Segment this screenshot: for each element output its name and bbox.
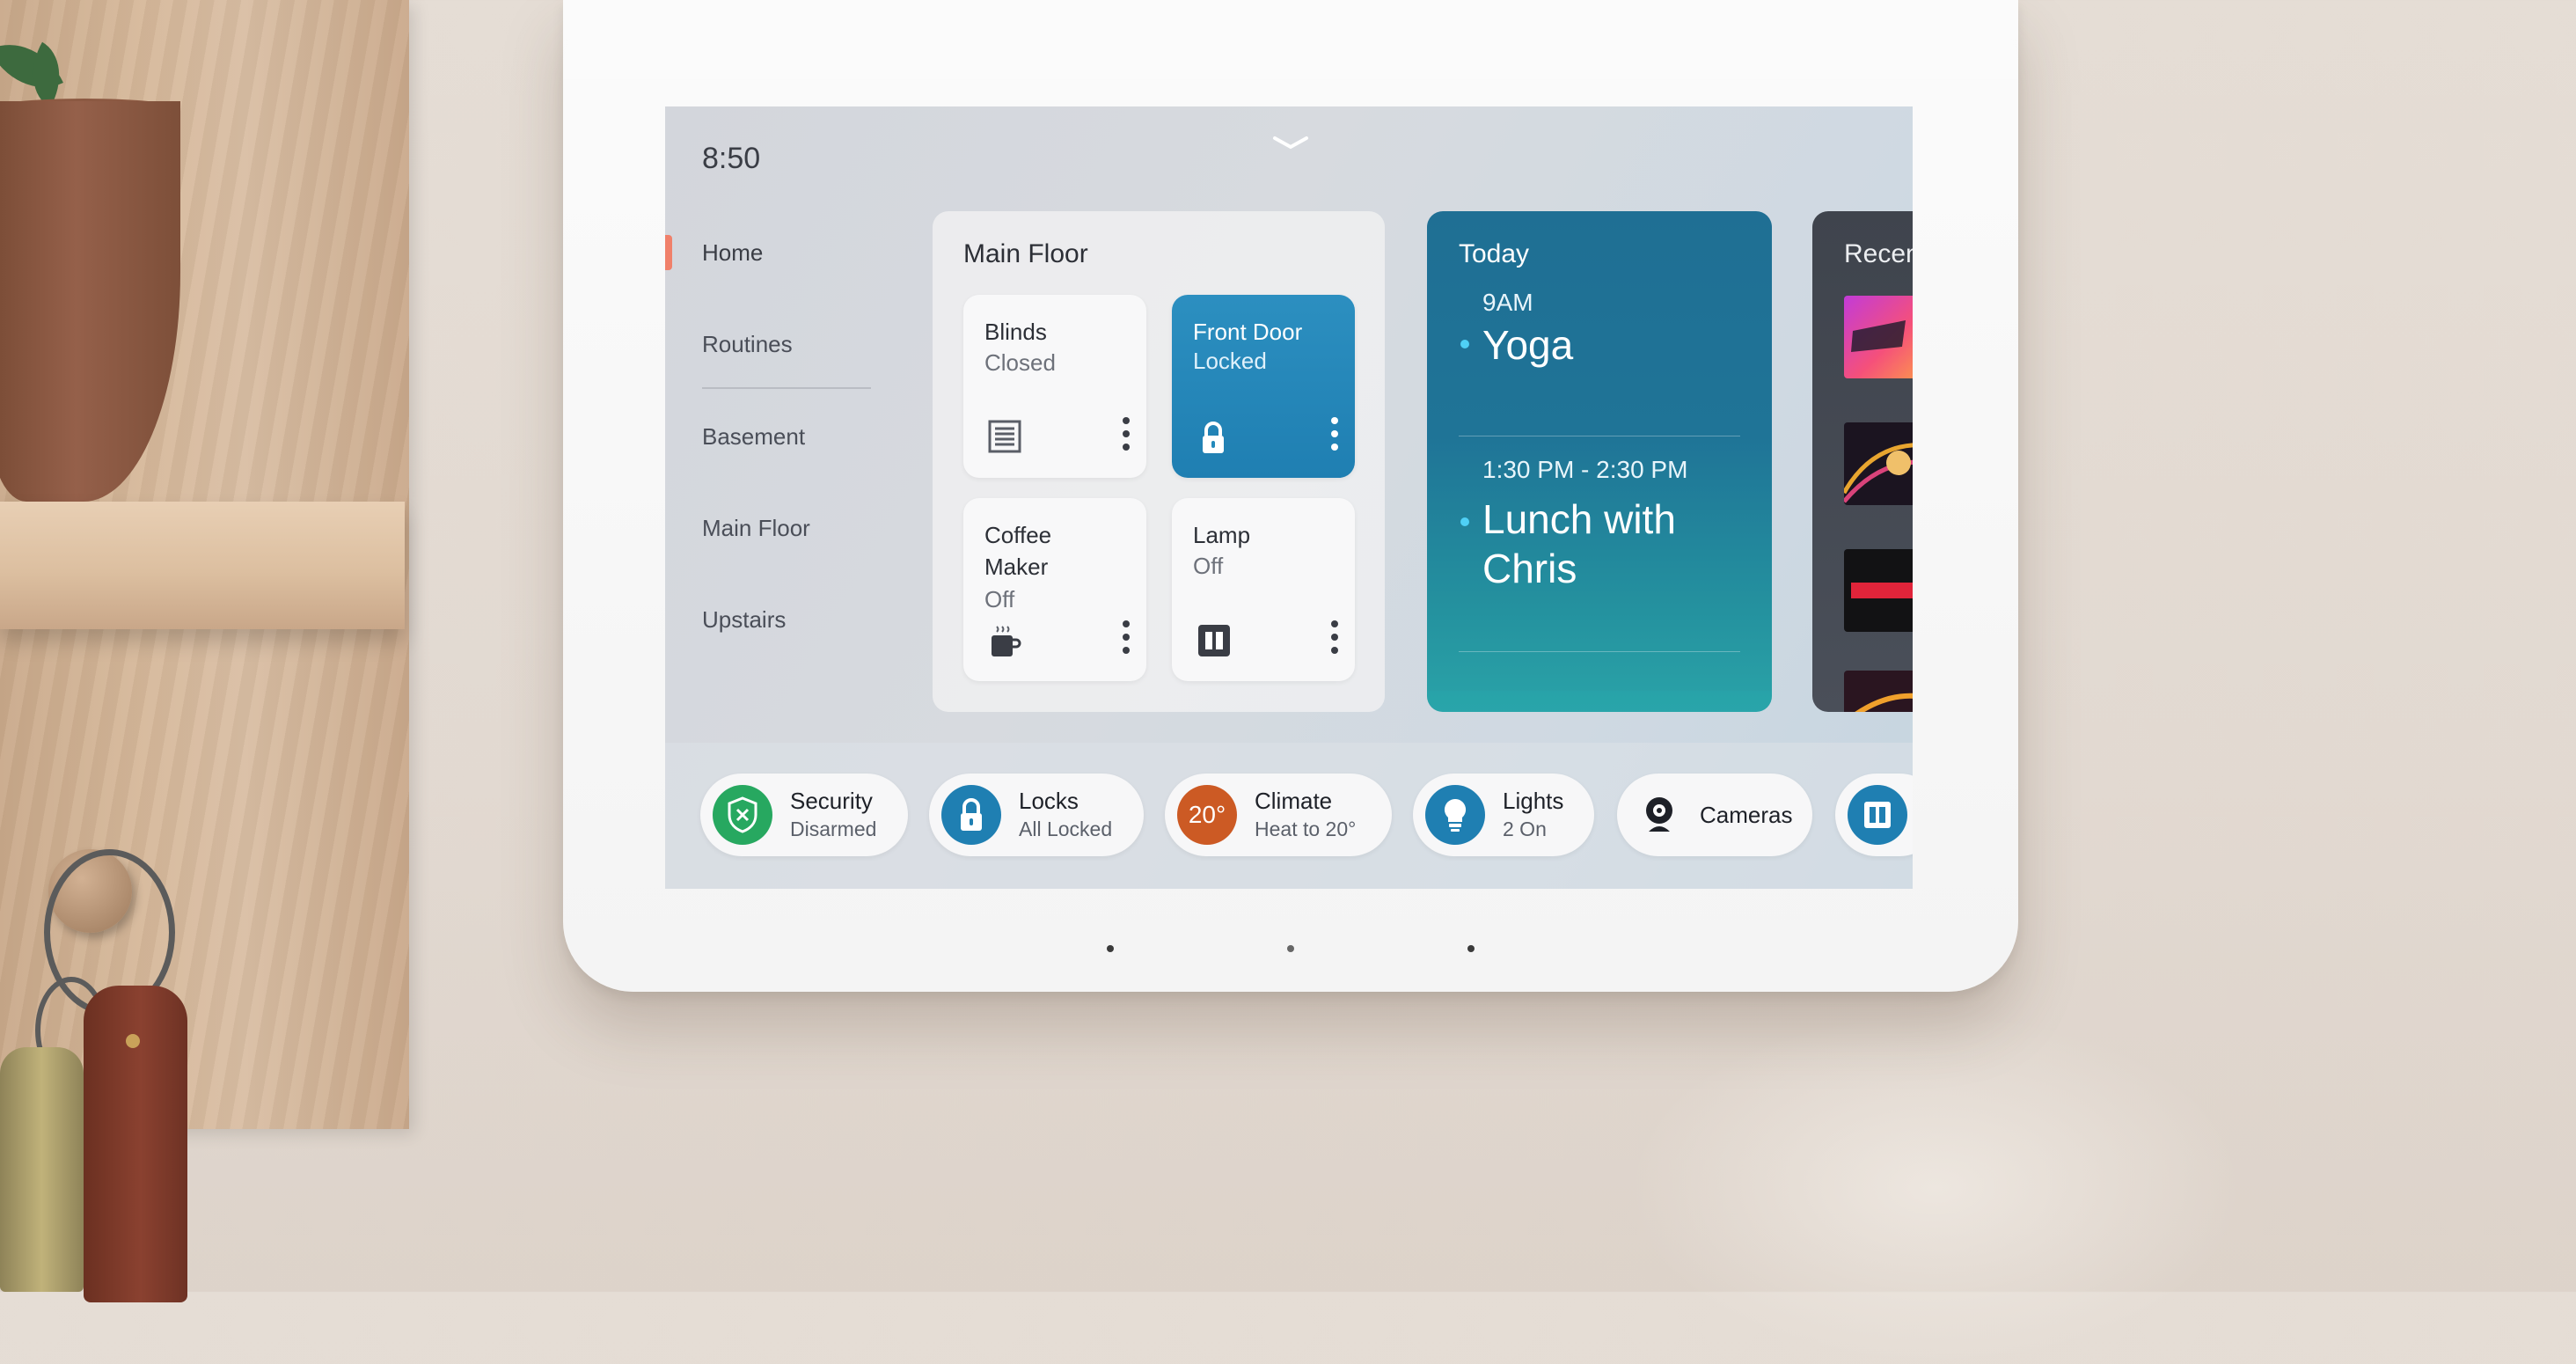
nav-active-indicator bbox=[665, 235, 672, 270]
more-options-icon[interactable] bbox=[1330, 416, 1339, 451]
album-art-graphic bbox=[1844, 443, 1913, 503]
more-options-icon[interactable] bbox=[1330, 620, 1339, 655]
calendar-today-card[interactable]: Today 9AM Yoga 1:30 PM - 2:30 PM Lunch w… bbox=[1427, 211, 1772, 712]
nav-divider bbox=[702, 387, 871, 389]
mic-dot bbox=[1287, 945, 1294, 952]
climate-temperature: 20° bbox=[1188, 801, 1226, 828]
tile-status: Locked bbox=[1193, 348, 1267, 374]
album-art-thumbnail[interactable] bbox=[1844, 422, 1913, 505]
album-art-thumbnail[interactable] bbox=[1844, 549, 1913, 632]
chip-subtitle: All Locked bbox=[1019, 818, 1113, 840]
bulb-icon bbox=[1425, 785, 1485, 845]
grid-icon bbox=[1848, 785, 1907, 845]
calendar-footer-band bbox=[1427, 691, 1772, 712]
locks-chip[interactable]: Locks All Locked bbox=[929, 774, 1144, 856]
album-art-graphic bbox=[1851, 320, 1906, 352]
calendar-title: Today bbox=[1459, 239, 1530, 268]
album-art-graphic bbox=[1855, 693, 1913, 712]
chip-title: Cameras bbox=[1700, 802, 1793, 828]
more-options-icon[interactable] bbox=[1122, 416, 1131, 451]
blinds-icon bbox=[988, 420, 1021, 453]
cameras-chip[interactable]: Cameras bbox=[1617, 774, 1812, 856]
chevron-down-icon[interactable] bbox=[1271, 133, 1310, 154]
tile-status: Closed bbox=[984, 349, 1056, 376]
wall-light bbox=[1628, 1012, 2243, 1364]
leather-key-strap bbox=[84, 986, 187, 1302]
event-bullet bbox=[1460, 517, 1469, 526]
thermostat-icon: 20° bbox=[1177, 785, 1237, 845]
clock: 8:50 bbox=[702, 142, 761, 175]
wall-shelf bbox=[0, 502, 405, 629]
chip-title: Security bbox=[790, 788, 873, 814]
device-tile-lamp[interactable]: Lamp Off bbox=[1172, 498, 1355, 681]
main-floor-panel: Main Floor Blinds Closed Front Door Lock… bbox=[933, 211, 1385, 712]
mic-dot bbox=[1107, 945, 1114, 952]
strap-rivet bbox=[126, 1034, 140, 1048]
tile-name: Blinds bbox=[984, 319, 1047, 345]
event-title: Yoga bbox=[1482, 322, 1574, 368]
chip-title: Lights bbox=[1503, 788, 1564, 814]
tile-name: Lamp bbox=[1193, 522, 1251, 548]
shield-icon bbox=[713, 785, 772, 845]
chip-subtitle: Disarmed bbox=[790, 818, 877, 840]
device-tile-front-door[interactable]: Front Door Locked bbox=[1172, 295, 1355, 478]
nav-item-home[interactable]: Home bbox=[702, 239, 763, 267]
recent-title: Recent bbox=[1844, 239, 1913, 268]
device-screen: 8:50 Home Routines Basement Main Floor U… bbox=[665, 106, 1913, 889]
event-title: Lunch with Chris bbox=[1482, 496, 1676, 591]
lamp-icon bbox=[1198, 625, 1230, 656]
chip-title: Locks bbox=[1019, 788, 1079, 814]
device-tile-coffee-maker[interactable]: Coffee Maker Off bbox=[963, 498, 1146, 681]
tile-name: Front Door bbox=[1193, 319, 1303, 345]
nav-item-basement[interactable]: Basement bbox=[702, 423, 805, 451]
climate-chip[interactable]: 20° Climate Heat to 20° bbox=[1165, 774, 1392, 856]
brass-key bbox=[0, 1047, 84, 1292]
event-bullet bbox=[1460, 340, 1469, 348]
tile-status: Off bbox=[984, 586, 1015, 612]
tile-name: Coffee Maker bbox=[984, 522, 1052, 580]
chip-title: Climate bbox=[1255, 788, 1333, 814]
coffee-maker-icon bbox=[992, 626, 1021, 656]
nav-item-routines[interactable]: Routines bbox=[702, 331, 793, 358]
lights-chip[interactable]: Lights 2 On bbox=[1413, 774, 1594, 856]
security-chip[interactable]: Security Disarmed bbox=[700, 774, 908, 856]
nav-item-upstairs[interactable]: Upstairs bbox=[702, 606, 786, 634]
album-art-thumbnail[interactable] bbox=[1844, 671, 1913, 712]
panel-title: Main Floor bbox=[963, 239, 1088, 268]
chip-subtitle: 2 On bbox=[1503, 818, 1547, 840]
album-art-thumbnail[interactable] bbox=[1844, 296, 1913, 378]
event-divider bbox=[1459, 651, 1740, 652]
chip-subtitle: Heat to 20° bbox=[1255, 818, 1357, 840]
more-controls-chip[interactable] bbox=[1835, 774, 1913, 856]
recent-media-card[interactable]: Recent bbox=[1812, 211, 1913, 712]
device-tile-blinds[interactable]: Blinds Closed bbox=[963, 295, 1146, 478]
lock-icon bbox=[941, 785, 1001, 845]
lock-icon bbox=[1203, 422, 1224, 453]
nav-item-main-floor[interactable]: Main Floor bbox=[702, 515, 810, 542]
tile-status: Off bbox=[1193, 553, 1224, 579]
album-art-graphic bbox=[1851, 583, 1913, 598]
mic-dot bbox=[1467, 945, 1475, 952]
event-time: 1:30 PM - 2:30 PM bbox=[1482, 456, 1688, 483]
more-options-icon[interactable] bbox=[1122, 620, 1131, 655]
camera-icon bbox=[1629, 785, 1689, 845]
event-time: 9AM bbox=[1482, 289, 1533, 316]
